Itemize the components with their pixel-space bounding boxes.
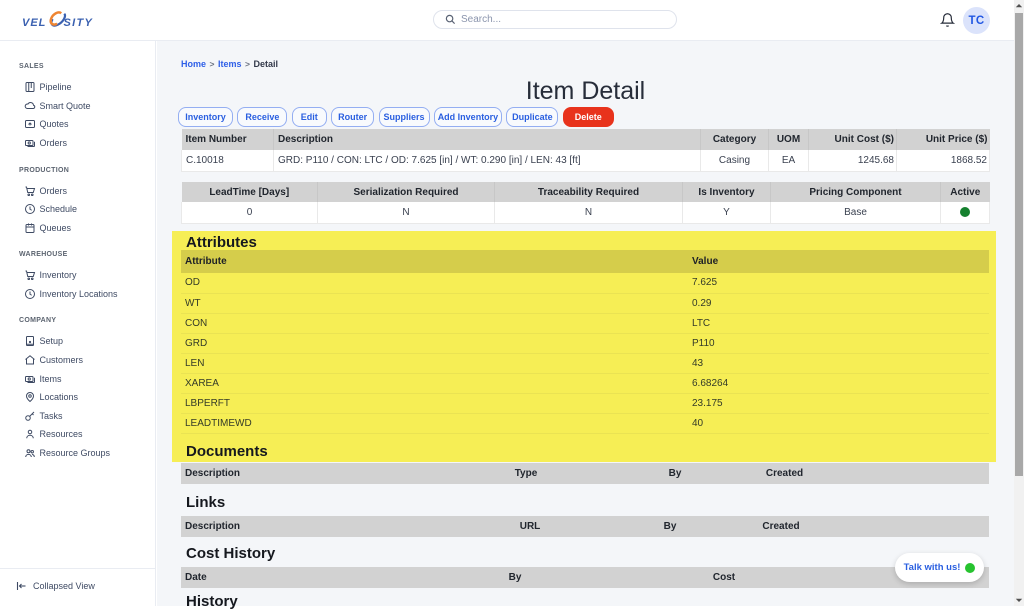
svg-text:VEL: VEL (22, 17, 46, 29)
svg-text:SITY: SITY (64, 17, 94, 29)
